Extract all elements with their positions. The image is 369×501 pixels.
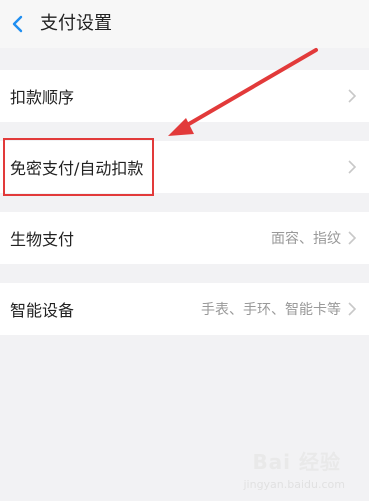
annotation-arrow (168, 48, 318, 136)
watermark-logo: Bai 经验 (252, 450, 341, 474)
watermark-url: jingyan.baidu.com (243, 478, 345, 491)
